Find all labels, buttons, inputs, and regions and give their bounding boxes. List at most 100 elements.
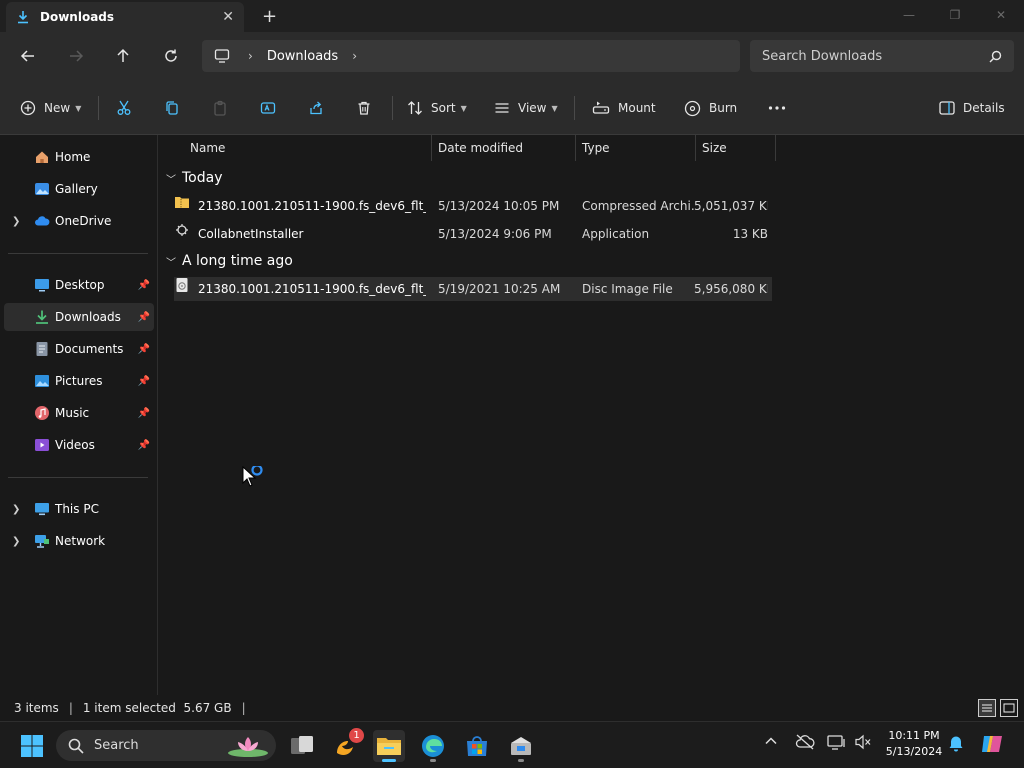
chevron-right-icon[interactable]: › [352,49,357,63]
chevron-right-icon[interactable]: ❯ [12,536,20,547]
chevron-down-icon[interactable]: ﹀ [166,254,176,269]
pin-icon[interactable]: 📌 [138,312,150,323]
item-count: 3 items [14,701,59,715]
network-tray[interactable] [827,734,847,752]
pin-icon[interactable]: 📌 [138,344,150,355]
copy-button[interactable] [164,95,180,121]
forward-button[interactable] [66,46,86,66]
delete-button[interactable] [356,95,372,121]
column-header-name[interactable]: Name [190,135,225,161]
cut-button[interactable] [116,95,132,121]
disc-image-icon [176,278,188,292]
running-indicator [430,759,436,762]
group-header-long-ago[interactable]: ﹀ A long time ago [166,250,293,272]
details-button[interactable]: Details [939,95,1005,121]
sidebar-item-documents[interactable]: Documents 📌 [4,335,154,363]
computer-icon [35,503,49,516]
pin-icon[interactable]: 📌 [138,280,150,291]
taskbar-search[interactable]: Search [56,730,276,761]
sidebar-item-gallery[interactable]: Gallery [4,175,154,203]
volume-tray[interactable] [854,734,872,750]
close-tab-icon[interactable]: ✕ [222,9,234,25]
start-button[interactable] [16,730,48,762]
table-row[interactable]: CollabnetInstaller 5/13/2024 9:06 PM App… [174,222,772,246]
sidebar-item-downloads[interactable]: Downloads 📌 [4,303,154,331]
group-header-today[interactable]: ﹀ Today [166,167,223,189]
system-clock[interactable]: 10:11 PM 5/13/2024 [880,728,948,760]
more-options-button[interactable] [768,95,786,121]
new-button[interactable]: New ▼ [20,95,81,121]
pin-icon[interactable]: 📌 [138,376,150,387]
sort-button[interactable]: Sort ▼ [407,95,467,121]
column-header-date[interactable]: Date modified [438,135,523,161]
notifications-tray[interactable] [948,734,964,752]
sidebar-item-label: This PC [55,502,99,516]
tiles-view-icon[interactable] [1000,699,1018,717]
task-view-button[interactable] [286,730,318,762]
column-divider[interactable] [575,135,576,161]
taskbar-app-copilot-flame[interactable]: 1 [330,728,364,762]
back-button[interactable] [18,46,38,66]
details-view-icon[interactable] [978,699,996,717]
sidebar-item-home[interactable]: Home [4,143,154,171]
chevron-right-icon[interactable]: ❯ [12,504,20,515]
taskbar-app-file-explorer[interactable] [373,730,405,762]
new-label: New [44,101,71,115]
paste-button[interactable] [212,95,228,121]
navigation-pane: Home Gallery ❯ OneDrive Desktop 📌 Downlo… [0,135,158,695]
refresh-button[interactable] [161,46,181,66]
close-window-icon[interactable]: ✕ [978,0,1024,30]
table-row[interactable]: 21380.1001.210511-1900.fs_dev6_flt_CLIE.… [174,194,772,218]
taskbar-app-edge[interactable] [417,730,449,762]
sidebar-item-network[interactable]: ❯ Network [4,527,154,555]
chevron-down-icon[interactable]: ﹀ [166,171,176,186]
maximize-icon[interactable]: ❐ [932,0,978,30]
rename-icon [260,102,276,114]
table-row[interactable]: 21380.1001.210511-1900.fs_dev6_flt_CLIE.… [174,277,772,301]
column-header-type[interactable]: Type [582,135,610,161]
copilot-tray[interactable] [980,732,1006,756]
file-list: Name Date modified Type Size ﹀ Today 213… [158,135,1024,695]
view-button[interactable]: View ▼ [494,95,558,121]
onedrive-tray[interactable] [795,734,815,750]
file-size: 5,051,037 KB [694,199,768,213]
chevron-up-icon [765,737,777,745]
breadcrumb-downloads[interactable]: Downloads [267,49,338,64]
network-icon [35,535,49,548]
rename-button[interactable] [260,95,276,121]
sidebar-item-desktop[interactable]: Desktop 📌 [4,271,154,299]
search-input[interactable] [762,48,962,64]
tab-downloads[interactable]: Downloads ✕ [6,2,244,32]
sidebar-item-onedrive[interactable]: ❯ OneDrive [4,207,154,235]
up-button[interactable] [113,46,133,66]
address-bar[interactable]: › Downloads › [202,40,740,72]
sidebar-item-videos[interactable]: Videos 📌 [4,431,154,459]
mount-drive-icon [592,101,610,114]
search-box[interactable] [750,40,1014,72]
pin-icon[interactable]: 📌 [138,408,150,419]
computer-icon [214,49,230,63]
column-divider[interactable] [431,135,432,161]
taskbar-app-store[interactable] [461,730,493,762]
mount-button[interactable]: Mount [592,95,656,121]
download-icon [18,11,28,24]
chevron-right-icon[interactable]: › [248,49,253,63]
share-button[interactable] [308,95,324,121]
minimize-icon[interactable]: — [886,0,932,30]
sidebar-item-label: OneDrive [55,214,112,228]
pin-icon[interactable]: 📌 [138,440,150,451]
tab-title: Downloads [40,10,115,24]
column-divider[interactable] [695,135,696,161]
speaker-muted-icon [855,734,871,750]
chevron-right-icon[interactable]: ❯ [12,216,20,227]
show-hidden-icons[interactable] [764,734,778,748]
new-tab-icon[interactable]: + [262,6,277,27]
column-divider[interactable] [775,135,776,161]
sidebar-item-this-pc[interactable]: ❯ This PC [4,495,154,523]
sidebar-item-pictures[interactable]: Pictures 📌 [4,367,154,395]
column-header-size[interactable]: Size [702,135,727,161]
burn-button[interactable]: Burn [684,95,737,121]
application-icon [176,224,188,236]
taskbar-app-installer[interactable] [505,730,537,762]
sidebar-item-music[interactable]: Music 📌 [4,399,154,427]
